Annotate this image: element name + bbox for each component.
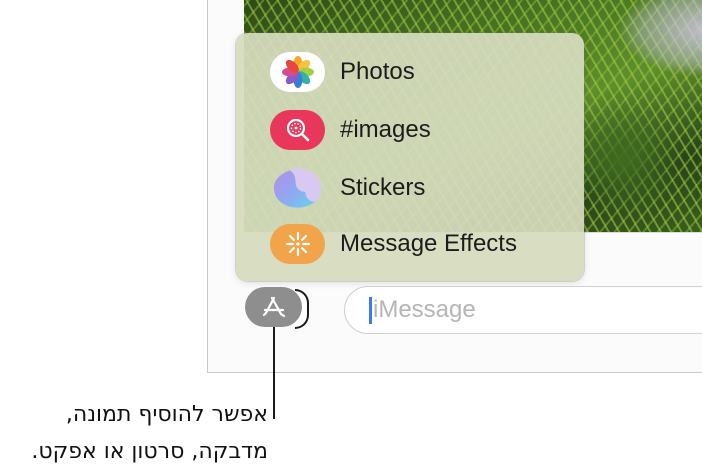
- apps-button[interactable]: [245, 287, 309, 329]
- callout-line-1: אפשר להוסיף תמונה,: [65, 402, 268, 427]
- menu-item-photos[interactable]: Photos: [270, 50, 415, 94]
- menu-item-message-effects[interactable]: Message Effects: [270, 222, 517, 266]
- menu-item-stickers[interactable]: Stickers: [270, 166, 425, 210]
- menu-item-label: #images: [340, 116, 431, 143]
- callout-text: אפשר להוסיף תמונה, מדבקה, סרטון או אפקט.: [0, 396, 268, 470]
- menu-item-label: Message Effects: [340, 230, 517, 257]
- callout-line-2: מדבקה, סרטון או אפקט.: [31, 439, 268, 464]
- menu-item-images[interactable]: #images: [270, 108, 431, 152]
- menu-item-label: Stickers: [340, 174, 426, 201]
- message-effects-icon: [270, 224, 325, 264]
- images-search-icon: [270, 110, 325, 150]
- message-placeholder: iMessage: [373, 296, 476, 323]
- menu-item-label: Photos: [340, 58, 415, 85]
- callout-line: [273, 327, 275, 419]
- app-store-icon: [245, 287, 302, 327]
- stickers-icon: [270, 168, 325, 208]
- photos-icon: [270, 52, 325, 92]
- text-caret: [369, 297, 372, 324]
